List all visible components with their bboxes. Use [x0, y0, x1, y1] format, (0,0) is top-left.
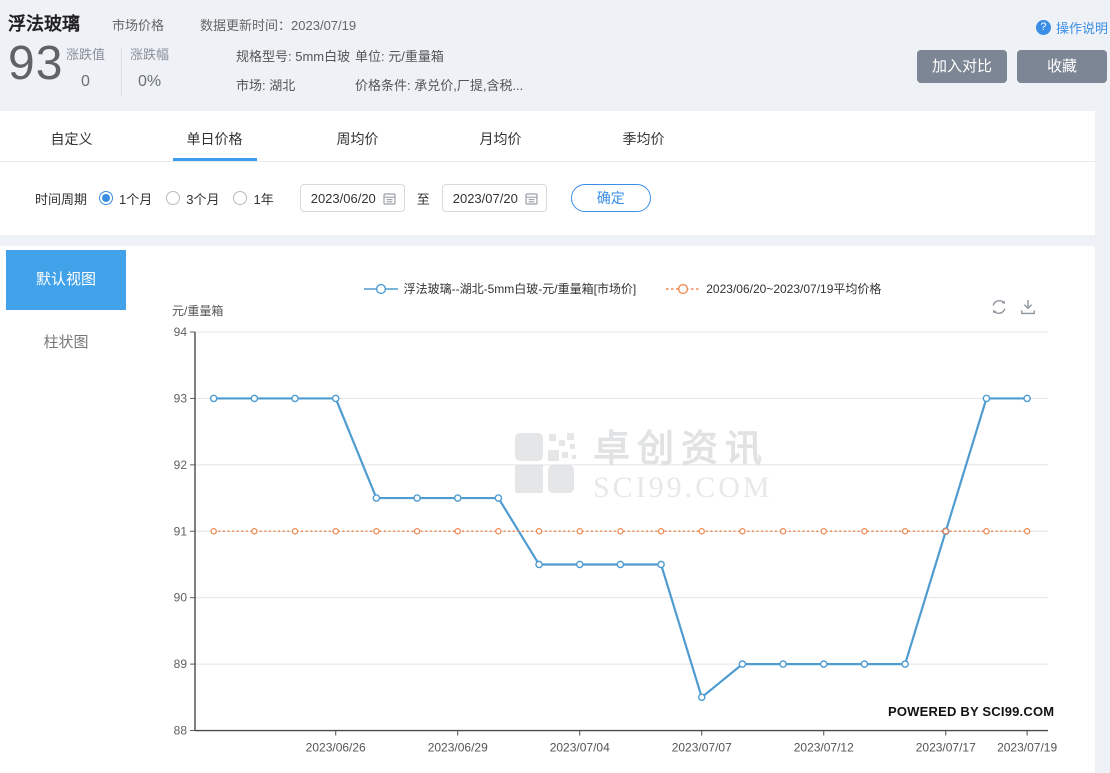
- tab-daily-price[interactable]: 单日价格: [143, 111, 286, 161]
- svg-text:93: 93: [174, 391, 188, 405]
- price-category-label: 市场价格: [112, 15, 164, 34]
- sidebar-item-default-view[interactable]: 默认视图: [6, 250, 126, 310]
- help-link-label: 操作说明: [1056, 18, 1108, 37]
- svg-text:89: 89: [174, 657, 188, 671]
- page-title: 浮法玻璃: [8, 10, 80, 36]
- radio-3-month-label: 3个月: [186, 189, 219, 208]
- app-root: 浮法玻璃 市场价格 数据更新时间：2023/07/19 ? 操作说明 93 涨跌…: [0, 0, 1110, 773]
- radio-1-year-label: 1年: [253, 189, 273, 208]
- divider: [121, 48, 122, 96]
- tab-bar: 自定义 单日价格 周均价 月均价 季均价: [0, 111, 1095, 162]
- radio-3-month[interactable]: 3个月: [166, 189, 219, 208]
- change-value-label: 涨跌值: [66, 44, 105, 63]
- sidebar-item-bar-chart[interactable]: 柱状图: [6, 331, 126, 355]
- radio-icon: [99, 191, 113, 205]
- change-value-block: 涨跌值 0: [66, 44, 105, 91]
- chart-legend: 浮法玻璃--湖北-5mm白玻-元/重量箱[市场价] 2023/06/20~202…: [150, 280, 1095, 297]
- confirm-button[interactable]: 确定: [571, 184, 651, 212]
- svg-text:2023/07/07: 2023/07/07: [672, 741, 732, 755]
- svg-text:91: 91: [174, 524, 188, 538]
- spec-condition: 价格条件: 承兑价,厂提,含税...: [355, 71, 523, 100]
- radio-icon: [233, 191, 247, 205]
- add-compare-button[interactable]: 加入对比: [917, 50, 1007, 83]
- tabs-filter-panel: 自定义 单日价格 周均价 月均价 季均价 时间周期 1个月 3个月 1年 202…: [0, 111, 1095, 235]
- end-date-input[interactable]: 2023/07/20: [442, 184, 547, 212]
- svg-text:2023/07/04: 2023/07/04: [550, 741, 610, 755]
- legend-label: 浮法玻璃--湖北-5mm白玻-元/重量箱[市场价]: [404, 280, 637, 297]
- svg-text:92: 92: [174, 458, 188, 472]
- legend-item-market-price[interactable]: 浮法玻璃--湖北-5mm白玻-元/重量箱[市场价]: [364, 280, 637, 297]
- svg-text:94: 94: [174, 325, 188, 339]
- svg-text:2023/07/19: 2023/07/19: [997, 741, 1057, 755]
- change-percent-value: 0%: [130, 73, 169, 91]
- change-percent-block: 涨跌幅 0%: [130, 44, 169, 91]
- download-icon[interactable]: [1019, 298, 1037, 316]
- y-axis-unit-label: 元/重量箱: [172, 302, 223, 319]
- legend-label: 2023/06/20~2023/07/19平均价格: [706, 280, 881, 297]
- spec-unit: 单位: 元/重量箱: [355, 42, 523, 71]
- change-value: 0: [66, 73, 105, 91]
- start-date-input[interactable]: 2023/06/20: [300, 184, 405, 212]
- radio-1-year[interactable]: 1年: [233, 189, 273, 208]
- svg-text:90: 90: [174, 591, 188, 605]
- question-circle-icon: ?: [1036, 20, 1051, 35]
- date-range-to-label: 至: [417, 189, 430, 208]
- title-row: 浮法玻璃 市场价格 数据更新时间：2023/07/19: [8, 10, 356, 36]
- product-header: 浮法玻璃 市场价格 数据更新时间：2023/07/19 ? 操作说明 93 涨跌…: [0, 0, 1110, 110]
- start-date-value: 2023/06/20: [311, 191, 376, 206]
- powered-by-label: POWERED BY SCI99.COM: [888, 704, 1054, 719]
- tab-quarterly-avg[interactable]: 季均价: [572, 111, 715, 161]
- tab-weekly-avg[interactable]: 周均价: [286, 111, 429, 161]
- calendar-icon: [383, 192, 396, 205]
- spec-column-1: 规格型号: 5mm白玻 市场: 湖北: [236, 42, 350, 100]
- spec-column-2: 单位: 元/重量箱 价格条件: 承兑价,厂提,含税...: [355, 42, 523, 100]
- radio-1-month-label: 1个月: [119, 189, 152, 208]
- update-time: 数据更新时间：2023/07/19: [200, 15, 356, 34]
- dashed-line-marker-icon: [666, 283, 700, 295]
- refresh-icon[interactable]: [990, 298, 1008, 316]
- filter-row: 时间周期 1个月 3个月 1年 2023/06/20 至 2023/07/20: [0, 162, 1095, 234]
- help-link[interactable]: ? 操作说明: [1036, 18, 1108, 37]
- radio-1-month[interactable]: 1个月: [99, 189, 152, 208]
- update-time-label: 数据更新时间：: [200, 18, 291, 33]
- update-time-value: 2023/07/19: [291, 18, 356, 33]
- favorite-button[interactable]: 收藏: [1017, 50, 1107, 83]
- tab-monthly-avg[interactable]: 月均价: [429, 111, 572, 161]
- spec-model: 规格型号: 5mm白玻: [236, 42, 350, 71]
- svg-text:88: 88: [174, 724, 188, 738]
- svg-text:2023/07/17: 2023/07/17: [916, 741, 976, 755]
- radio-icon: [166, 191, 180, 205]
- legend-item-average-price[interactable]: 2023/06/20~2023/07/19平均价格: [666, 280, 881, 297]
- calendar-icon: [525, 192, 538, 205]
- current-price: 93: [8, 36, 63, 91]
- chart-panel: 默认视图 柱状图 浮法玻璃--湖北-5mm白玻-元/重量箱[市场价] 2023/…: [0, 246, 1095, 773]
- svg-text:2023/07/12: 2023/07/12: [794, 741, 854, 755]
- period-label: 时间周期: [35, 189, 87, 208]
- chart-toolbar: [990, 298, 1037, 316]
- end-date-value: 2023/07/20: [453, 191, 518, 206]
- spec-market: 市场: 湖北: [236, 71, 350, 100]
- svg-text:2023/06/29: 2023/06/29: [428, 741, 488, 755]
- line-marker-icon: [364, 283, 398, 295]
- change-percent-label: 涨跌幅: [130, 44, 169, 63]
- tab-custom[interactable]: 自定义: [0, 111, 143, 161]
- svg-text:2023/06/26: 2023/06/26: [306, 741, 366, 755]
